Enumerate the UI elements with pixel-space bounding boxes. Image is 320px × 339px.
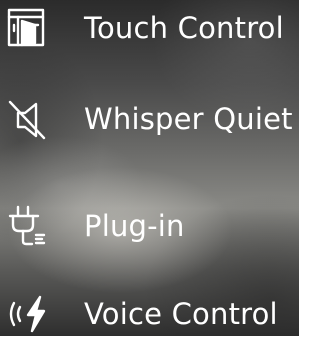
- speaker-muted-icon: [6, 98, 48, 140]
- feature-plug-in: Plug-in: [0, 201, 299, 251]
- voice-waves-icon: [6, 293, 48, 335]
- feature-list: Touch Control Whisper Quiet Plug-in Voic…: [0, 0, 299, 336]
- power-plug-icon: [6, 205, 48, 247]
- touch-door-icon: [6, 7, 48, 49]
- feature-voice-control: Voice Control: [0, 289, 299, 339]
- feature-label-whisper-quiet: Whisper Quiet: [84, 102, 293, 136]
- feature-touch-control: Touch Control: [0, 3, 299, 53]
- feature-label-voice-control: Voice Control: [84, 297, 278, 331]
- feature-label-plug-in: Plug-in: [84, 209, 185, 243]
- feature-label-touch-control: Touch Control: [84, 11, 284, 45]
- feature-whisper-quiet: Whisper Quiet: [0, 94, 299, 144]
